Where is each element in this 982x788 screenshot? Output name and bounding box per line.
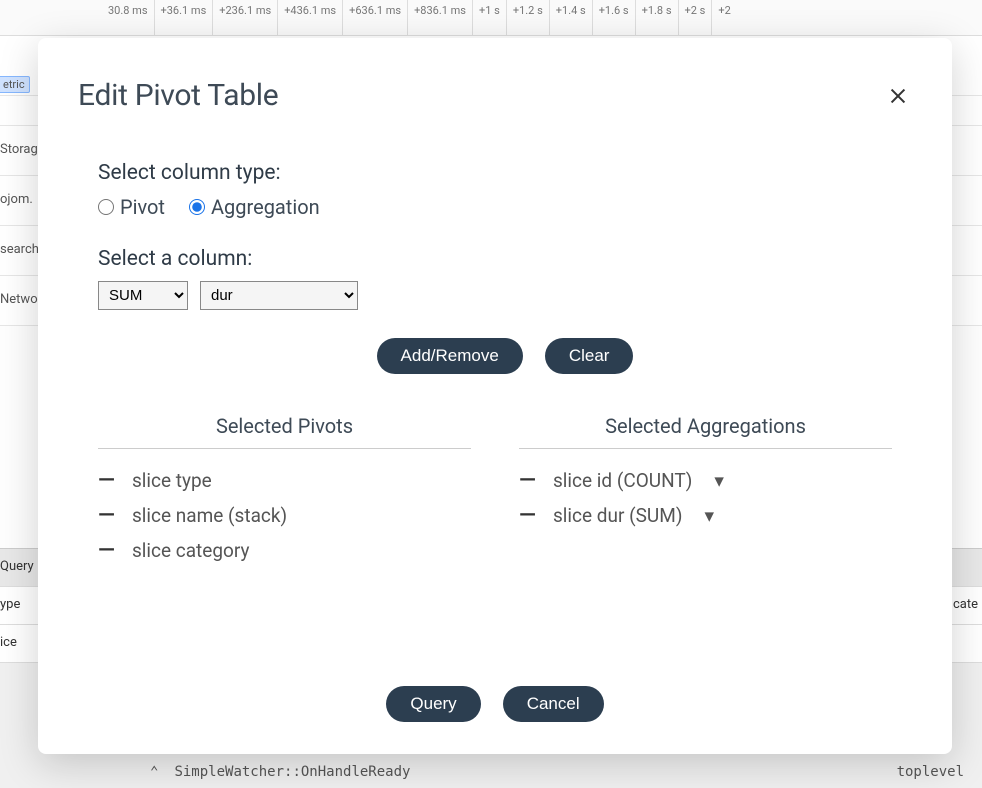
ruler-tick: +836.1 ms <box>407 0 472 35</box>
select-column-label: Select a column: <box>98 247 912 271</box>
ruler-tick: +1.6 s <box>592 0 635 35</box>
radio-aggregation-input[interactable] <box>189 199 205 215</box>
sort-dropdown-icon[interactable]: ▾ <box>714 469 724 492</box>
column-type-label: Select column type: <box>98 161 912 185</box>
remove-icon[interactable]: — <box>519 470 535 492</box>
radio-pivot-label: Pivot <box>120 195 165 219</box>
ruler-tick: +2 <box>711 0 736 35</box>
remove-icon[interactable]: — <box>98 470 114 492</box>
remove-icon[interactable]: — <box>98 505 114 527</box>
ruler-tick: +236.1 ms <box>212 0 277 35</box>
selected-pivots-panel: Selected Pivots — slice type — slice nam… <box>98 414 471 568</box>
close-button[interactable] <box>884 82 912 110</box>
bg-func-name: SimpleWatcher::OnHandleReady <box>174 764 410 780</box>
ruler-tick: +1.8 s <box>635 0 678 35</box>
aggregation-item: — slice dur (SUM) ▾ <box>519 498 892 533</box>
aggregation-select[interactable]: SUM <box>98 281 188 310</box>
ruler-tick: +636.1 ms <box>342 0 407 35</box>
aggregation-item: — slice id (COUNT) ▾ <box>519 463 892 498</box>
bg-metric-chip: etric <box>0 76 30 93</box>
close-icon <box>887 85 909 107</box>
bg-bottom-bar: ⌃ SimpleWatcher::OnHandleReady toplevel <box>0 756 982 788</box>
ruler-tick: +36.1 ms <box>154 0 213 35</box>
pivot-item-label: slice category <box>132 539 249 562</box>
ruler-tick: +1.2 s <box>506 0 549 35</box>
pivots-header: Selected Pivots <box>98 414 471 449</box>
pivot-item: — slice category <box>98 533 471 568</box>
ruler-tick: +1.4 s <box>549 0 592 35</box>
ruler-tick: 30.8 ms <box>0 0 154 35</box>
pivot-item: — slice type <box>98 463 471 498</box>
pivot-item-label: slice type <box>132 469 212 492</box>
column-select[interactable]: dur <box>200 281 358 310</box>
cancel-button[interactable]: Cancel <box>503 686 604 722</box>
add-remove-button[interactable]: Add/Remove <box>377 338 523 374</box>
pivot-item-label: slice name (stack) <box>132 504 287 527</box>
pivot-item: — slice name (stack) <box>98 498 471 533</box>
column-type-radios: Pivot Aggregation <box>98 195 912 219</box>
selected-aggregations-panel: Selected Aggregations — slice id (COUNT)… <box>519 414 892 568</box>
bg-cate-label: cate <box>953 597 982 612</box>
aggregations-header: Selected Aggregations <box>519 414 892 449</box>
radio-pivot-input[interactable] <box>98 199 114 215</box>
remove-icon[interactable]: — <box>519 505 535 527</box>
query-button[interactable]: Query <box>386 686 480 722</box>
sort-dropdown-icon[interactable]: ▾ <box>704 504 714 527</box>
aggregation-item-label: slice id (COUNT) <box>553 469 692 492</box>
radio-aggregation-label: Aggregation <box>211 195 320 219</box>
remove-icon[interactable]: — <box>98 540 114 562</box>
ruler-tick: +1 s <box>472 0 506 35</box>
aggregation-item-label: slice dur (SUM) <box>553 504 682 527</box>
clear-button[interactable]: Clear <box>545 338 634 374</box>
ruler-tick: +2 s <box>678 0 712 35</box>
bg-toplevel-label: toplevel <box>897 764 964 780</box>
edit-pivot-modal: Edit Pivot Table Select column type: Piv… <box>38 38 952 754</box>
timeline-ruler: 30.8 ms +36.1 ms +236.1 ms +436.1 ms +63… <box>0 0 982 36</box>
modal-header: Edit Pivot Table <box>78 78 912 113</box>
modal-title: Edit Pivot Table <box>78 78 278 113</box>
ruler-tick: +436.1 ms <box>277 0 342 35</box>
radio-aggregation[interactable]: Aggregation <box>189 195 320 219</box>
bg-type-label: ype <box>0 597 20 612</box>
radio-pivot[interactable]: Pivot <box>98 195 165 219</box>
chevron-up-icon: ⌃ <box>150 764 158 780</box>
